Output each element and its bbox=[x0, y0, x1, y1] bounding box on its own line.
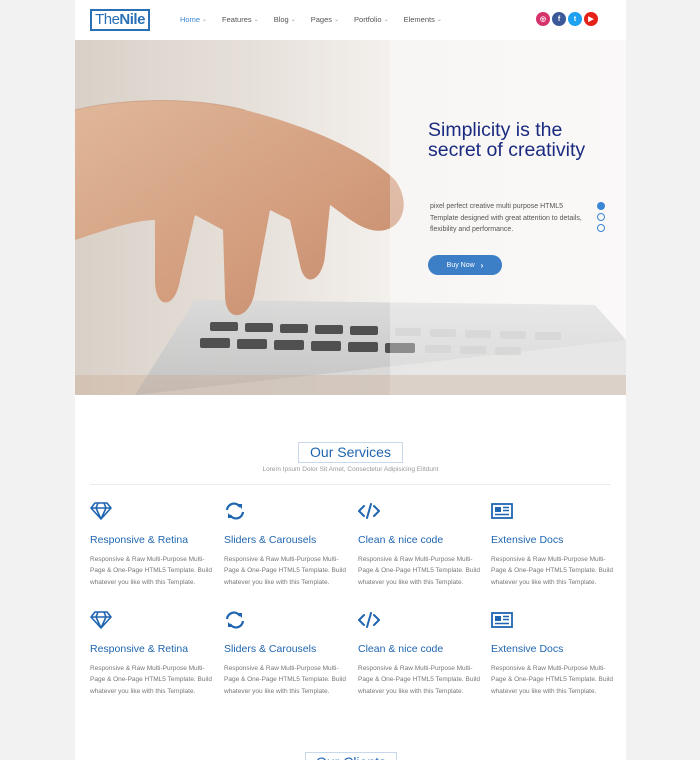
chevron-right-icon: › bbox=[480, 260, 484, 270]
youtube-icon[interactable]: ▶ bbox=[584, 12, 598, 26]
service-description: Responsive & Raw Multi-Purpose Multi-Pag… bbox=[358, 556, 481, 586]
refresh-icon bbox=[225, 502, 245, 520]
slider-dot-1[interactable] bbox=[597, 202, 605, 210]
service-name: Responsive & Retina bbox=[90, 643, 189, 655]
chevron-down-icon: ⌄ bbox=[436, 17, 442, 23]
newspaper-icon bbox=[491, 503, 513, 519]
facebook-icon[interactable]: f bbox=[552, 12, 566, 26]
service-item: Responsive & Retina Responsive & Raw Mul… bbox=[90, 611, 215, 697]
services-subtitle: Lorem Ipsum Dolor Sit Amet, Consectetur … bbox=[262, 466, 439, 473]
services-title: Our Services bbox=[298, 442, 403, 463]
service-description: Responsive & Raw Multi-Purpose Multi-Pag… bbox=[224, 556, 347, 586]
service-item: Extensive Docs Responsive & Raw Multi-Pu… bbox=[491, 611, 616, 697]
newspaper-icon bbox=[491, 612, 513, 628]
slider-dot-3[interactable] bbox=[597, 224, 605, 232]
instagram-icon[interactable]: ◎ bbox=[536, 12, 550, 26]
nav-blog[interactable]: Blog ⌄ bbox=[274, 15, 296, 24]
service-description: Responsive & Raw Multi-Purpose Multi-Pag… bbox=[90, 665, 213, 695]
social-links: ◎ f t ▶ bbox=[536, 12, 600, 26]
chevron-down-icon: ⌄ bbox=[334, 17, 340, 23]
service-item: Clean & nice code Responsive & Raw Multi… bbox=[358, 611, 483, 697]
service-name: Clean & nice code bbox=[358, 534, 444, 546]
service-item: Sliders & Carousels Responsive & Raw Mul… bbox=[224, 502, 349, 588]
service-item: Responsive & Retina Responsive & Raw Mul… bbox=[90, 502, 215, 588]
code-icon bbox=[358, 612, 380, 628]
service-item: Sliders & Carousels Responsive & Raw Mul… bbox=[224, 611, 349, 697]
service-description: Responsive & Raw Multi-Purpose Multi-Pag… bbox=[491, 665, 614, 695]
twitter-icon[interactable]: t bbox=[568, 12, 582, 26]
slider-dots bbox=[597, 202, 605, 235]
diamond-icon bbox=[90, 502, 112, 520]
service-name: Extensive Docs bbox=[491, 534, 564, 546]
chevron-down-icon: ⌄ bbox=[290, 17, 296, 23]
nav-label: Features bbox=[222, 15, 252, 24]
service-item: Extensive Docs Responsive & Raw Multi-Pu… bbox=[491, 502, 616, 588]
hero-description: pixel perfect creative multi purpose HTM… bbox=[430, 203, 582, 233]
chevron-down-icon: ⌄ bbox=[202, 17, 208, 23]
hero-slider: Simplicity is the secret of creativity p… bbox=[75, 40, 626, 395]
service-name: Clean & nice code bbox=[358, 643, 444, 655]
nav-label: Portfolio bbox=[354, 15, 382, 24]
service-description: Responsive & Raw Multi-Purpose Multi-Pag… bbox=[491, 556, 614, 586]
nav-pages[interactable]: Pages ⌄ bbox=[311, 15, 339, 24]
chevron-down-icon: ⌄ bbox=[383, 17, 389, 23]
page: TheNile Home ⌄ Features ⌄ Blog ⌄ Pages ⌄ Por… bbox=[75, 0, 626, 760]
nav-label: Home bbox=[180, 15, 201, 24]
nav-label: Elements bbox=[403, 15, 435, 24]
nav-label: Blog bbox=[273, 15, 289, 24]
refresh-icon bbox=[225, 611, 245, 629]
nav-portfolio[interactable]: Portfolio ⌄ bbox=[354, 15, 389, 24]
service-name: Sliders & Carousels bbox=[224, 643, 317, 655]
nav-elements[interactable]: Elements ⌄ bbox=[404, 15, 442, 24]
slider-dot-2[interactable] bbox=[597, 213, 605, 221]
clients-title: Our Clients bbox=[305, 752, 397, 760]
main-nav: Home ⌄ Features ⌄ Blog ⌄ Pages ⌄ Portfolio ⌄ … bbox=[180, 15, 457, 24]
service-name: Sliders & Carousels bbox=[224, 534, 317, 546]
logo-text-nile: Nile bbox=[119, 11, 145, 28]
nav-label: Pages bbox=[310, 15, 333, 24]
diamond-icon bbox=[90, 611, 112, 629]
service-description: Responsive & Raw Multi-Purpose Multi-Pag… bbox=[90, 556, 213, 586]
service-description: Responsive & Raw Multi-Purpose Multi-Pag… bbox=[224, 665, 347, 695]
nav-features[interactable]: Features ⌄ bbox=[222, 15, 259, 24]
buy-now-button[interactable]: Buy Now › bbox=[428, 255, 502, 275]
service-name: Responsive & Retina bbox=[90, 534, 189, 546]
divider bbox=[90, 484, 611, 485]
site-header: TheNile Home ⌄ Features ⌄ Blog ⌄ Pages ⌄ Por… bbox=[75, 0, 626, 40]
code-icon bbox=[358, 503, 380, 519]
nav-home[interactable]: Home ⌄ bbox=[180, 15, 207, 24]
service-item: Clean & nice code Responsive & Raw Multi… bbox=[358, 502, 483, 588]
hero-title: Simplicity is the secret of creativity bbox=[428, 119, 586, 161]
site-logo[interactable]: TheNile bbox=[90, 9, 150, 31]
service-name: Extensive Docs bbox=[491, 643, 564, 655]
service-description: Responsive & Raw Multi-Purpose Multi-Pag… bbox=[358, 665, 481, 695]
logo-text-the: The bbox=[95, 11, 120, 28]
chevron-down-icon: ⌄ bbox=[253, 17, 259, 23]
buy-now-label: Buy Now bbox=[446, 261, 475, 269]
